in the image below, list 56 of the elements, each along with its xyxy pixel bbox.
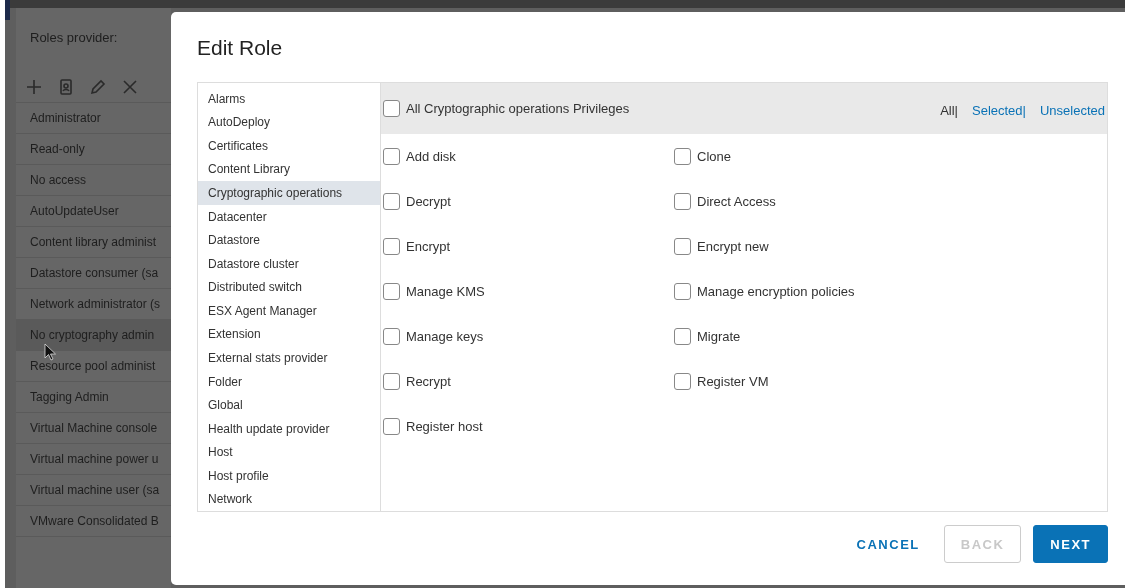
checkbox[interactable] (383, 372, 400, 390)
category-item[interactable]: Cryptographic operations (198, 181, 380, 205)
checkbox[interactable] (674, 327, 691, 345)
checkbox[interactable] (383, 147, 400, 165)
checkbox-label: Encrypt new (697, 238, 769, 254)
category-item[interactable]: Distributed switch (198, 275, 380, 300)
cursor-icon (44, 343, 56, 361)
checkbox-label: All Cryptographic operations Privileges (406, 101, 630, 116)
checkbox[interactable] (383, 282, 400, 300)
checkbox-label: Direct Access (697, 193, 776, 209)
category-item[interactable]: Datastore cluster (198, 251, 380, 276)
checkbox-label: Manage keys (406, 328, 484, 344)
checkbox[interactable] (383, 192, 400, 210)
filter-link[interactable]: All| (940, 103, 958, 118)
checkbox[interactable] (674, 147, 691, 165)
checkbox-label: Register VM (697, 373, 769, 389)
category-item[interactable]: External stats provider (198, 346, 380, 370)
category-item[interactable]: Datastore (198, 228, 380, 252)
checkbox-label: Clone (697, 148, 731, 164)
checkbox-label: Recrypt (406, 373, 451, 389)
panel-title: Roles provider: (29, 30, 119, 47)
checkbox[interactable] (674, 237, 691, 255)
category-item[interactable]: Global (198, 393, 380, 417)
pencil-icon[interactable] (88, 77, 108, 97)
add-icon[interactable] (24, 77, 44, 97)
checkbox-label: Manage KMS (406, 283, 485, 299)
primary-button[interactable]: NEXT (1033, 525, 1108, 563)
category-item[interactable]: ESX Agent Manager (198, 299, 380, 323)
category-item[interactable]: Extension (198, 322, 380, 347)
category-item[interactable]: Host (198, 440, 380, 464)
checkbox[interactable] (674, 282, 691, 300)
checkbox-label: Add disk (406, 148, 456, 164)
checkbox[interactable] (674, 372, 691, 390)
checkbox-label: Manage encryption policies (697, 283, 855, 299)
checkbox[interactable] (383, 417, 400, 435)
checkbox-label: Register host (406, 418, 483, 434)
checkbox[interactable] (383, 327, 400, 345)
checkbox[interactable] (674, 192, 691, 210)
checkbox[interactable] (383, 237, 400, 255)
checkbox[interactable] (383, 100, 400, 117)
checkbox-label: Decrypt (406, 193, 451, 209)
dialog-title: Edit Role (197, 36, 284, 60)
category-item[interactable]: Health update provider (198, 416, 380, 441)
filter-link[interactable]: Unselected (1039, 103, 1105, 118)
category-item[interactable]: AutoDeploy (198, 110, 380, 135)
category-item[interactable]: Host profile (198, 464, 380, 488)
category-item[interactable]: Folder (198, 369, 380, 394)
category-item[interactable]: Network (198, 487, 380, 512)
marker-bar (5, 0, 10, 20)
category-item[interactable]: Alarms (198, 87, 380, 111)
category-item[interactable]: Datacenter (198, 204, 380, 229)
category-item[interactable]: Certificates (198, 134, 380, 158)
category-item[interactable]: Content Library (198, 157, 380, 182)
filter-link[interactable]: Selected| (972, 103, 1026, 118)
checkbox-label: Migrate (697, 328, 741, 344)
checkbox-label: Encrypt (406, 238, 451, 254)
